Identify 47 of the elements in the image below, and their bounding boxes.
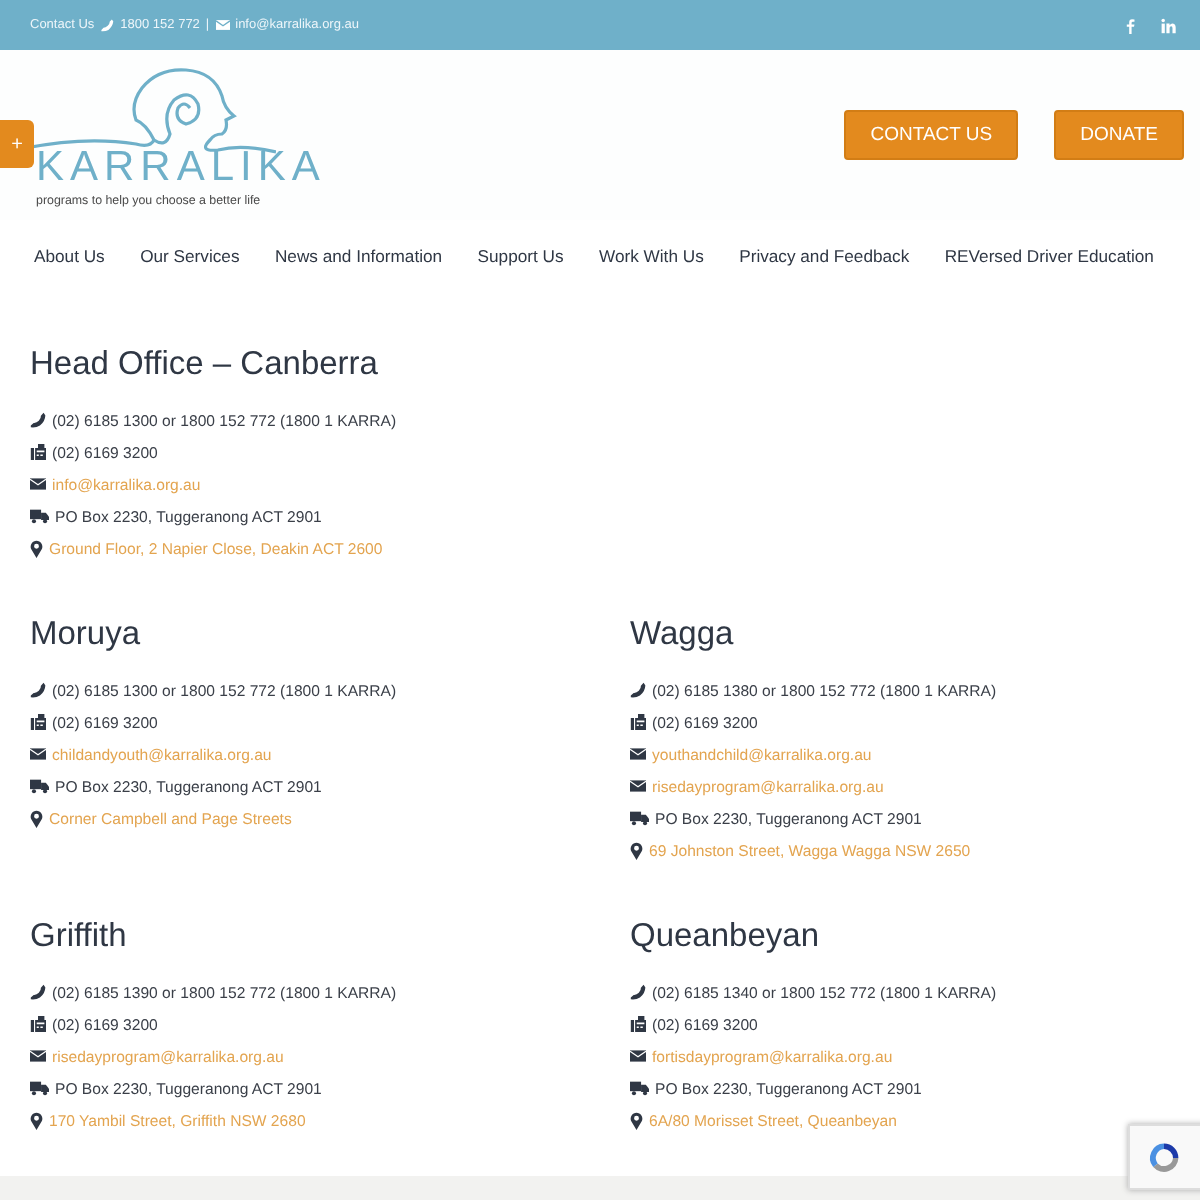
fax-icon (30, 1016, 46, 1032)
map-pin-icon (630, 1111, 643, 1129)
donate-button[interactable]: DONATE (1054, 110, 1184, 160)
envelope-icon (30, 1048, 46, 1064)
envelope-icon (30, 476, 46, 492)
nav-link[interactable]: REVersed Driver Education (944, 245, 1154, 265)
envelope-icon (215, 18, 230, 32)
phone-icon (30, 412, 46, 428)
side-tab[interactable]: + (0, 120, 34, 168)
phone-icon (630, 984, 646, 1000)
office-title: Wagga (630, 616, 736, 654)
truck-icon (630, 810, 649, 826)
map-pin-icon (30, 809, 43, 827)
map-pin-icon (630, 841, 643, 859)
phone-icon (630, 682, 646, 698)
truck-icon (630, 1080, 649, 1096)
nav-link[interactable]: Our Services (140, 245, 240, 265)
nav-link[interactable]: News and Information (274, 245, 443, 265)
nav-link[interactable]: About Us (34, 245, 105, 265)
map-pin-icon (30, 539, 43, 557)
truck-icon (30, 508, 49, 524)
truck-icon (30, 778, 49, 794)
nav-link[interactable]: Privacy and Feedback (739, 245, 910, 265)
envelope-icon (30, 746, 46, 762)
facebook-icon[interactable] (1122, 17, 1138, 33)
contact-us-button[interactable]: CONTACT US (844, 110, 1019, 160)
linkedin-icon[interactable] (1160, 17, 1176, 33)
fax-icon (630, 1016, 646, 1032)
truck-icon (30, 1080, 49, 1096)
logo-wordmark: KARRALIKA (36, 145, 326, 189)
envelope-icon (630, 746, 646, 762)
recaptcha-icon (1146, 1139, 1182, 1175)
fax-icon (30, 714, 46, 730)
fax-icon (630, 714, 646, 730)
nav-link[interactable]: Support Us (477, 245, 564, 265)
office-title: Head Office – Canberra (30, 346, 380, 384)
office-title: Queanbeyan (630, 918, 821, 956)
envelope-icon (630, 1048, 646, 1064)
phone-icon (100, 18, 115, 32)
map-pin-icon (30, 1111, 43, 1129)
fax-icon (30, 444, 46, 460)
office-title: Moruya (30, 616, 143, 654)
phone-icon (30, 682, 46, 698)
office-title: Griffith (30, 918, 129, 956)
phone-icon (30, 984, 46, 1000)
nav-link[interactable]: Work With Us (599, 245, 704, 265)
envelope-icon (630, 778, 646, 794)
